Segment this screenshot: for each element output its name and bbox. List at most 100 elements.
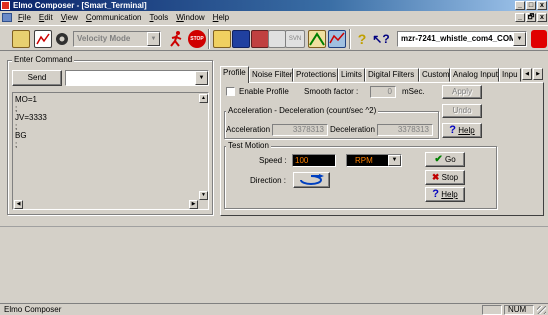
tab-scroll-left[interactable]: ◀ [522, 68, 532, 80]
command-input[interactable]: ▼ [65, 70, 209, 86]
tab-scroll-right[interactable]: ▶ [533, 68, 543, 80]
log-line: JV=3333 [15, 113, 47, 122]
command-log[interactable]: MO=1 ; JV=3333 ; BG ; ▲ ▼ ◀ ▶ [12, 92, 209, 210]
undo-button[interactable]: Undo [442, 104, 482, 118]
connection-select[interactable]: mzr-7241_whistle_com4_COM4 ▼ [397, 31, 527, 47]
list-icon[interactable] [268, 30, 286, 48]
child-restore-button[interactable]: 🗗 [526, 13, 536, 22]
send-button[interactable]: Send [12, 70, 62, 86]
log-line: ; [15, 140, 18, 149]
checkmark-icon: ✔ [434, 154, 443, 165]
apply-button[interactable]: Apply [442, 85, 482, 99]
smooth-factor-unit: mSec. [402, 87, 425, 96]
tab-inputs[interactable]: Inpu [499, 68, 521, 82]
stop-button-label: Stop [441, 173, 459, 182]
scroll-down-arrow[interactable]: ▼ [199, 191, 208, 200]
go-button[interactable]: ✔ Go [425, 152, 465, 167]
stop-icon-label: STOP [190, 36, 204, 42]
maximize-button[interactable]: □ [526, 1, 536, 10]
smooth-factor-label: Smooth factor : [304, 87, 359, 96]
child-minimize-button[interactable]: _ [515, 13, 525, 22]
mode-select-value: Velocity Mode [77, 34, 131, 43]
status-text: Elmo Composer [4, 305, 62, 314]
tab-analog-input[interactable]: Analog Input [450, 68, 499, 82]
stop-x-icon: ✖ [431, 172, 440, 182]
disconnect-icon[interactable] [531, 30, 547, 48]
help-icon: ? [432, 188, 440, 200]
stop-icon[interactable]: STOP [188, 30, 206, 48]
accel-decel-group-label: Acceleration - Deceleration (count/sec ^… [226, 106, 379, 115]
menu-view[interactable]: View [57, 11, 82, 24]
menu-edit[interactable]: Edit [35, 11, 57, 24]
resize-grip[interactable] [537, 306, 546, 314]
monitor-icon[interactable] [232, 30, 250, 48]
chevron-down-icon[interactable]: ▼ [147, 32, 160, 46]
chevron-down-icon[interactable]: ▼ [513, 32, 526, 46]
menu-help[interactable]: Help [209, 11, 233, 24]
mode-select[interactable]: Velocity Mode ▼ [73, 31, 161, 47]
open-icon[interactable] [12, 30, 30, 48]
acceleration-label: Acceleration : [226, 125, 275, 134]
tab-digital-filters[interactable]: Digital Filters [365, 68, 419, 82]
deceleration-field[interactable]: 3378313 [377, 124, 433, 136]
speed-unit-select[interactable]: RPM ▼ [346, 154, 402, 167]
enable-profile-checkbox[interactable] [226, 87, 235, 96]
deceleration-label: Deceleration : [330, 125, 380, 134]
context-help-icon[interactable]: ↖? [372, 30, 390, 48]
direction-button[interactable] [293, 172, 330, 188]
chart-icon[interactable] [34, 30, 52, 48]
tab-limits[interactable]: Limits [338, 68, 365, 82]
connection-select-value: mzr-7241_whistle_com4_COM4 [401, 34, 521, 43]
scroll-right-arrow[interactable]: ▶ [189, 200, 198, 209]
speed-unit-value: RPM [355, 156, 373, 165]
menu-tools[interactable]: Tools [146, 11, 173, 24]
child-close-button[interactable]: x [537, 13, 547, 22]
toolbar: Velocity Mode ▼ STOP SVN ? ↖? mzr-7241_w… [0, 25, 548, 51]
pen-icon[interactable] [251, 30, 269, 48]
svn-icon-label: SVN [288, 36, 302, 42]
run-man-icon[interactable] [168, 30, 186, 48]
stop-button[interactable]: ✖ Stop [425, 170, 465, 185]
menu-bar: File Edit View Communication Tools Window Help… [0, 11, 548, 24]
toolbar-separator [349, 29, 351, 49]
help-button-motion[interactable]: ? Help [425, 187, 465, 202]
tune-icon[interactable] [308, 30, 326, 48]
chevron-down-icon[interactable]: ▼ [195, 71, 208, 85]
title-bar[interactable]: Elmo Composer - [Smart_Terminal] _ □ x [0, 0, 548, 11]
log-line: MO=1 [15, 95, 38, 104]
close-button[interactable]: x [537, 1, 547, 10]
command-group-label: Enter Command [12, 55, 75, 64]
log-line: BG [15, 131, 27, 140]
tab-protections[interactable]: Protections [293, 68, 338, 82]
menu-file[interactable]: File [14, 11, 35, 24]
tab-noise-filter[interactable]: Noise Filter [249, 68, 293, 82]
help-icon[interactable]: ? [353, 30, 371, 48]
gear-icon[interactable] [53, 30, 71, 48]
help-button-motion-label: Help [441, 190, 458, 199]
speed-label: Speed : [259, 156, 287, 165]
mdi-child-icon[interactable] [2, 13, 12, 23]
go-button-label: Go [444, 155, 456, 164]
help-button-accel[interactable]: ? Help [442, 123, 482, 138]
scope-icon[interactable] [213, 30, 231, 48]
app-icon [1, 1, 10, 10]
chevron-down-icon[interactable]: ▼ [388, 155, 401, 166]
command-log-text: MO=1 ; JV=3333 ; BG ; [15, 95, 47, 149]
tab-profile[interactable]: Profile [220, 66, 249, 83]
acceleration-field[interactable]: 3378313 [272, 124, 328, 136]
svn-icon[interactable]: SVN [285, 30, 305, 48]
scroll-left-arrow[interactable]: ◀ [14, 200, 23, 209]
speed-field[interactable]: 100 [292, 154, 336, 167]
smooth-factor-field[interactable]: 0 [370, 86, 396, 98]
enable-profile-label: Enable Profile [239, 87, 289, 96]
window-title: Elmo Composer - [Smart_Terminal] [13, 1, 147, 10]
help-button-accel-label: Help [458, 126, 475, 135]
direction-arrow-icon [299, 174, 324, 185]
log-line: ; [15, 122, 18, 131]
menu-window[interactable]: Window [172, 11, 208, 24]
minimize-button[interactable]: _ [515, 1, 525, 10]
tab-custom[interactable]: Custom [419, 68, 450, 82]
scroll-up-arrow[interactable]: ▲ [199, 94, 208, 103]
graph-icon[interactable] [328, 30, 346, 48]
menu-communication[interactable]: Communication [82, 11, 146, 24]
